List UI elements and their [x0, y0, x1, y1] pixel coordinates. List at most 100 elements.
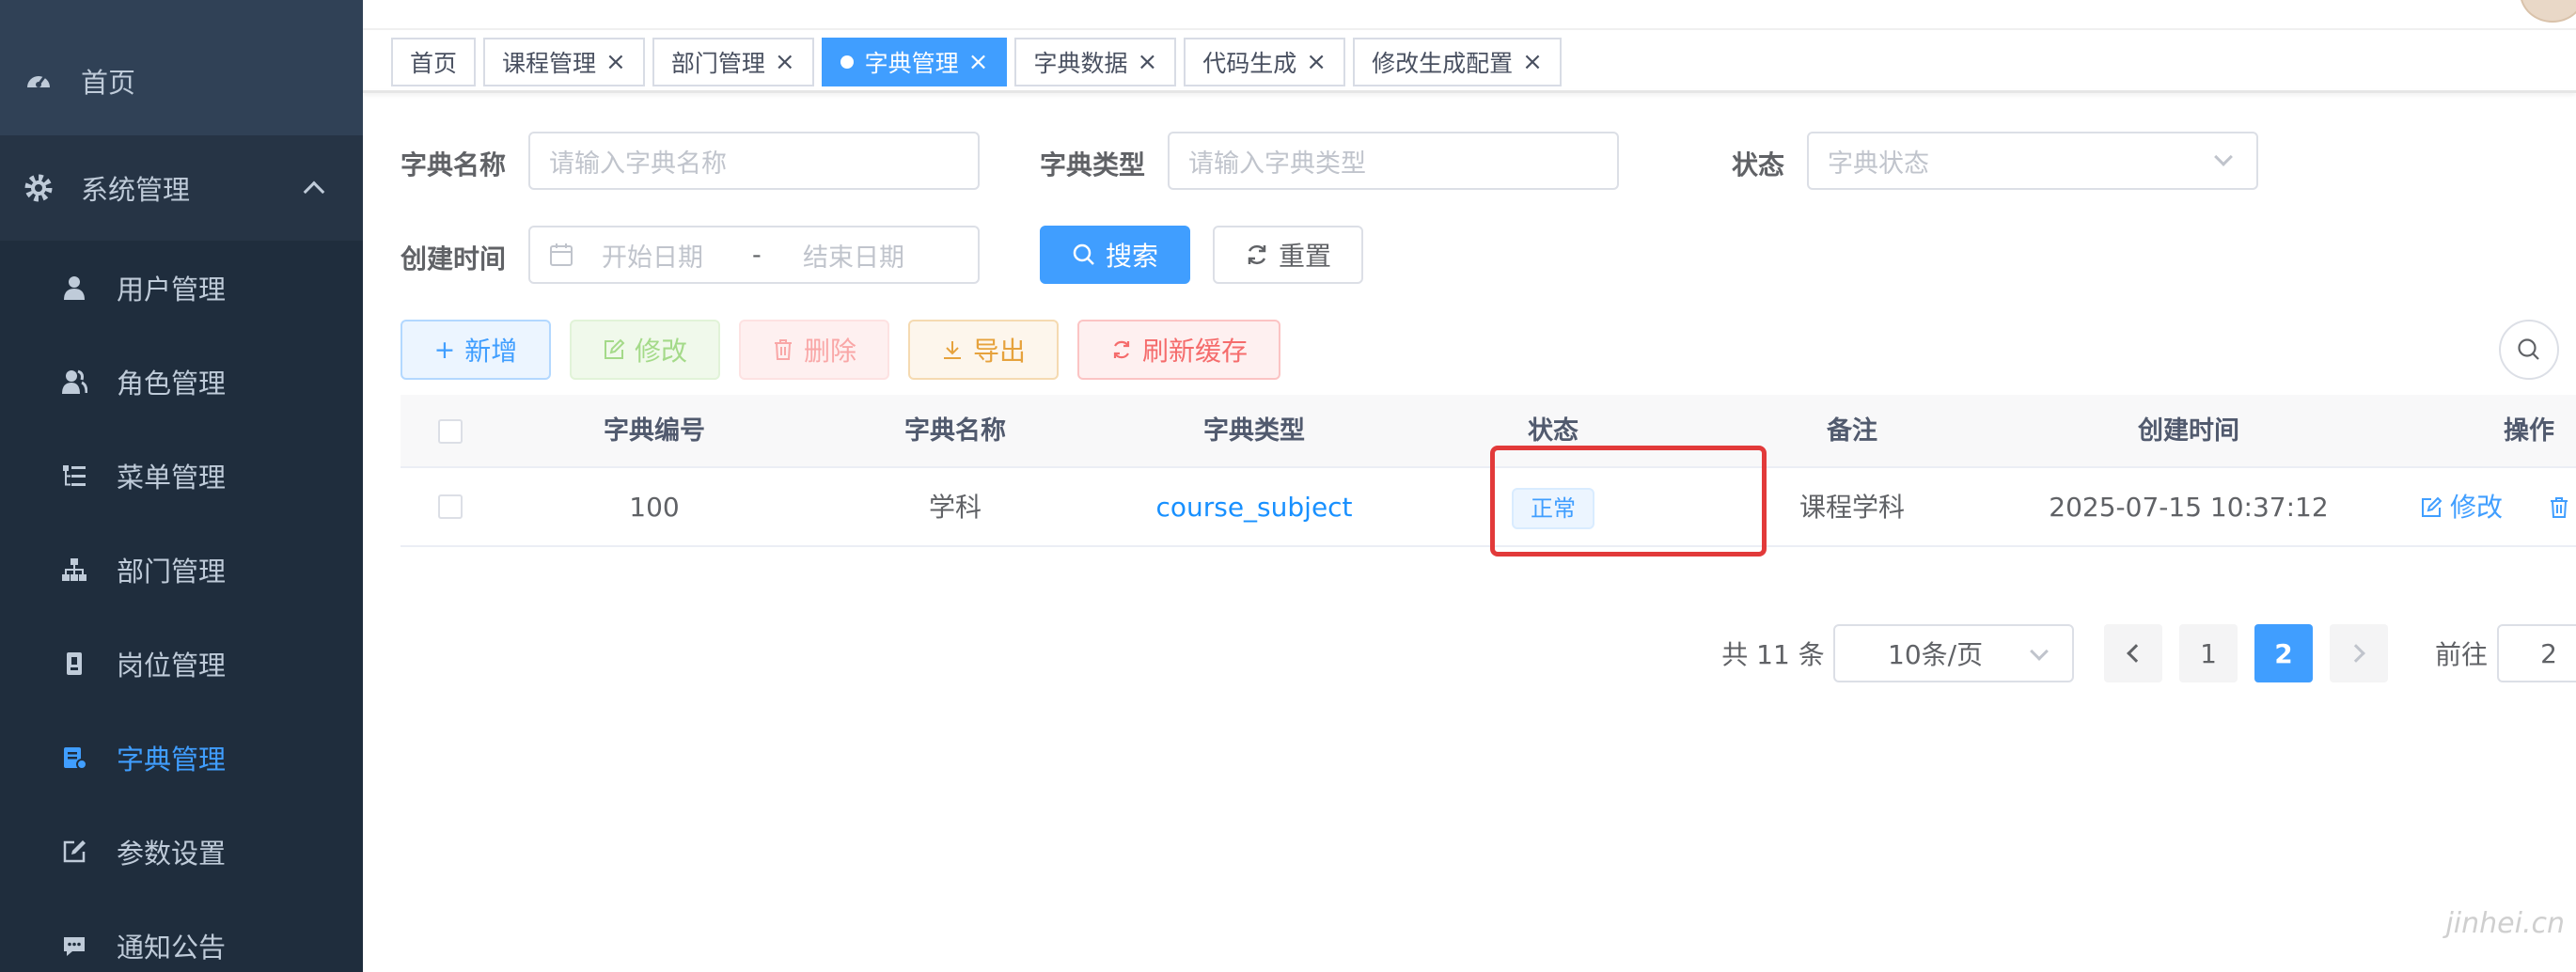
trash-icon: [772, 338, 794, 361]
chevron-down-icon: [2214, 148, 2233, 166]
column-header: 字典名称: [904, 416, 1006, 446]
tag-label: 代码生成: [1202, 50, 1297, 77]
highlight-box: [1490, 446, 1767, 557]
edit-icon: [603, 338, 625, 361]
button-label: 新增: [464, 336, 518, 367]
tag-label: 修改生成配置: [1372, 50, 1514, 77]
edit-button[interactable]: 修改: [570, 320, 720, 380]
status-select[interactable]: 字典状态: [1807, 132, 2258, 190]
peoples-icon: [58, 366, 90, 398]
sidebar-item-menus[interactable]: 菜单管理: [0, 429, 363, 523]
message-icon: [58, 930, 90, 962]
sidebar-item-label: 参数设置: [117, 838, 227, 870]
close-icon[interactable]: ×: [1306, 48, 1327, 76]
placeholder: 请输入字典类型: [1188, 149, 1366, 179]
row-delete-button[interactable]: 删除: [2548, 470, 2576, 545]
tag-codegen[interactable]: 代码生成 ×: [1184, 38, 1346, 86]
page-size-value: 10条/页: [1888, 639, 1984, 670]
page-size-select[interactable]: 10条/页: [1833, 624, 2074, 682]
column-header: 字典编号: [604, 416, 705, 446]
sidebar-item-config[interactable]: 参数设置: [0, 805, 363, 899]
dict-type-label: 字典类型: [1040, 149, 1146, 180]
column-header: 备注: [1827, 416, 1877, 446]
dashboard-icon: [23, 65, 55, 97]
trash-icon: [2548, 496, 2570, 519]
sidebar-item-dict[interactable]: 字典管理: [0, 711, 363, 805]
close-icon[interactable]: ×: [1137, 48, 1157, 76]
sidebar-item-depts[interactable]: 部门管理: [0, 523, 363, 617]
tag-label: 首页: [410, 50, 458, 77]
button-label: 修改: [2450, 492, 2504, 523]
table-header: 字典编号 字典名称 字典类型 状态 备注 创建时间 操作: [401, 395, 2576, 468]
date-range-picker[interactable]: 开始日期 - 结束日期: [528, 226, 980, 284]
goto-page-input[interactable]: 2: [2497, 624, 2576, 682]
select-all-checkbox[interactable]: [438, 419, 463, 444]
row-checkbox[interactable]: [438, 494, 463, 519]
sidebar-item-label: 系统管理: [81, 174, 191, 206]
download-icon: [941, 338, 964, 361]
dict-id-cell: 100: [629, 492, 680, 523]
tree-icon: [58, 554, 90, 586]
button-label: 删除: [803, 336, 856, 367]
column-header: 创建时间: [2138, 416, 2239, 446]
sidebar-item-system[interactable]: 系统管理: [0, 135, 363, 241]
placeholder: 字典状态: [1828, 149, 1929, 179]
dict-type-link[interactable]: course_subject: [1132, 470, 1376, 545]
user-icon: [58, 272, 90, 304]
refresh-cache-button[interactable]: 刷新缓存: [1077, 320, 1280, 380]
button-label: 修改: [634, 336, 687, 367]
sidebar-item-roles[interactable]: 角色管理: [0, 335, 363, 429]
close-icon[interactable]: ×: [775, 48, 795, 76]
dict-name-input[interactable]: 请输入字典名称: [528, 132, 980, 190]
sidebar-item-posts[interactable]: 岗位管理: [0, 617, 363, 711]
close-icon[interactable]: ×: [968, 48, 989, 76]
gear-icon: [23, 172, 55, 204]
refresh-icon: [1245, 243, 1269, 267]
tags-divider: [363, 90, 2576, 93]
table-row: 100 学科 course_subject 正常 课程学科 2025-07-15…: [401, 470, 2576, 547]
prev-page-button[interactable]: [2104, 624, 2162, 682]
dict-name-label: 字典名称: [401, 149, 507, 180]
close-icon[interactable]: ×: [1522, 48, 1543, 76]
reset-button[interactable]: 重置: [1213, 226, 1363, 284]
delete-button[interactable]: 删除: [739, 320, 889, 380]
add-button[interactable]: + 新增: [401, 320, 551, 380]
tag-label: 课程管理: [502, 50, 597, 77]
sidebar-item-notice[interactable]: 通知公告: [0, 899, 363, 972]
sidebar-item-users[interactable]: 用户管理: [0, 241, 363, 335]
tag-course[interactable]: 课程管理 ×: [483, 38, 645, 86]
tag-label: 字典数据: [1033, 50, 1128, 77]
start-date-placeholder[interactable]: 开始日期: [602, 237, 752, 274]
sidebar-item-label: 菜单管理: [117, 462, 227, 494]
tag-label: 字典管理: [864, 50, 959, 77]
export-button[interactable]: 导出: [908, 320, 1059, 380]
avatar[interactable]: [2520, 0, 2576, 23]
status-label: 状态: [1732, 149, 1785, 180]
sidebar-item-label: 角色管理: [117, 368, 227, 400]
tag-dept[interactable]: 部门管理 ×: [652, 38, 814, 86]
next-page-button[interactable]: [2330, 624, 2388, 682]
dict-name-cell: 学科: [928, 492, 982, 523]
page-2-button[interactable]: 2: [2254, 624, 2313, 682]
chevron-down-icon: [2030, 642, 2049, 661]
placeholder: 请输入字典名称: [549, 149, 727, 179]
page-1-button[interactable]: 1: [2179, 624, 2238, 682]
dict-type-input[interactable]: 请输入字典类型: [1168, 132, 1619, 190]
button-label: 重置: [1278, 241, 1331, 272]
tag-home[interactable]: 首页: [391, 38, 477, 86]
main-content: 首页 课程管理 × 部门管理 × 字典管理 × 字典数据 × 代码生成 × 修改生成配置 ×…: [363, 0, 2576, 972]
page-number: 2: [2274, 637, 2293, 669]
edit-icon: [58, 836, 90, 868]
sidebar-item-home[interactable]: 首页: [0, 28, 363, 133]
sidebar-item-label: 通知公告: [117, 932, 227, 964]
tag-edit-gen[interactable]: 修改生成配置 ×: [1353, 38, 1562, 86]
tag-dict[interactable]: 字典管理 ×: [821, 38, 1008, 86]
toggle-search-button[interactable]: [2499, 320, 2559, 380]
tag-dict-data[interactable]: 字典数据 ×: [1014, 38, 1177, 86]
end-date-placeholder[interactable]: 结束日期: [803, 237, 904, 274]
search-icon: [1072, 243, 1096, 267]
search-button[interactable]: 搜索: [1040, 226, 1190, 284]
pagination-total: 共 11 条: [1721, 639, 1825, 670]
column-header: 字典类型: [1203, 416, 1305, 446]
close-icon[interactable]: ×: [605, 48, 626, 76]
